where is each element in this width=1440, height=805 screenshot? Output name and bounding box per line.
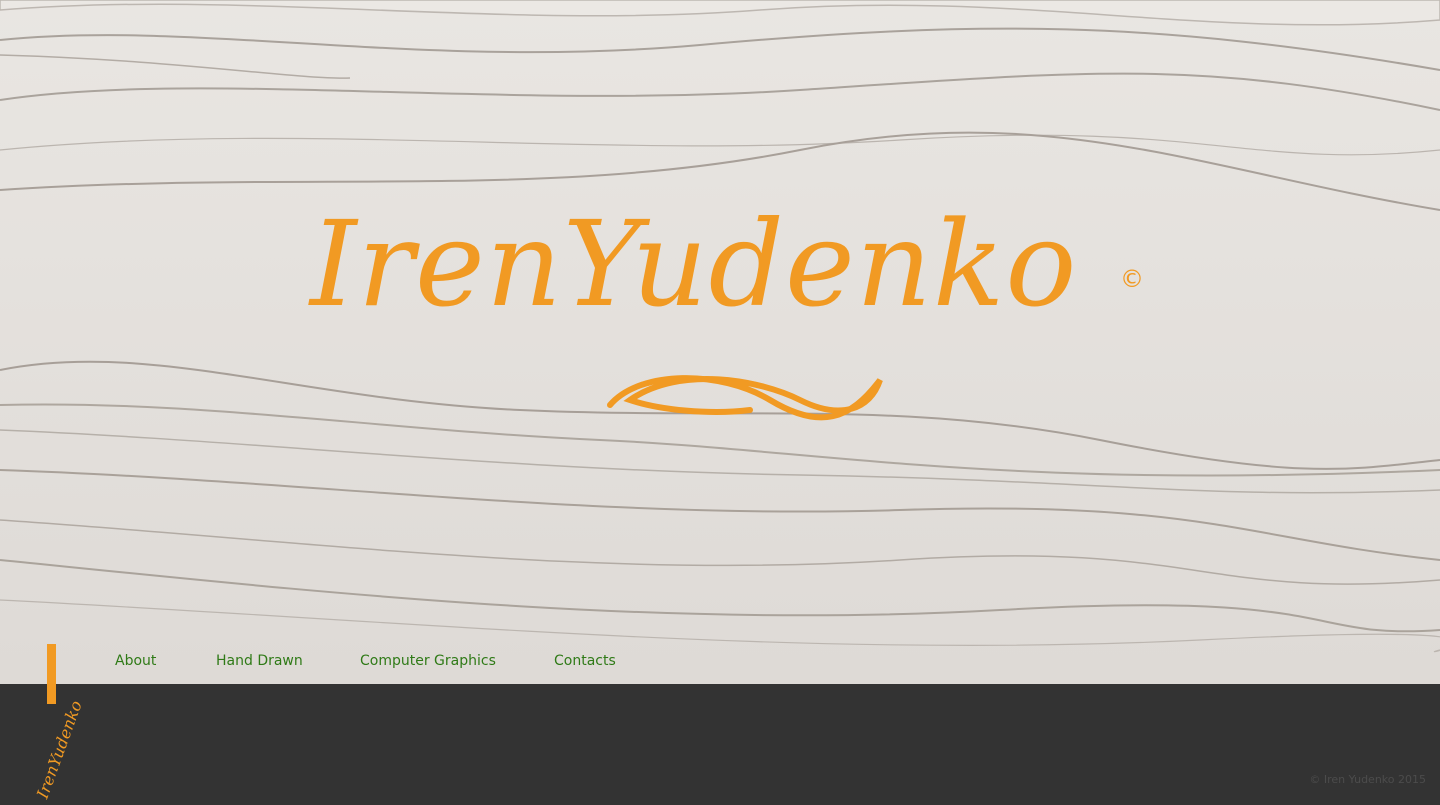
hero-banner: IrenYudenko © [0, 0, 1440, 684]
flourish-ornament-icon [607, 375, 883, 421]
main-navigation: About Hand Drawn Computer Graphics Conta… [0, 644, 1440, 684]
nav-link-contacts[interactable]: Contacts [554, 653, 616, 669]
nav-link-computer-graphics[interactable]: Computer Graphics [360, 653, 496, 669]
logo-wordmark: IrenYudenko [310, 195, 1078, 333]
site-logo[interactable]: IrenYudenko © [300, 195, 1160, 430]
footer-copyright: © Iren Yudenko 2015 [1309, 773, 1426, 786]
nav-link-hand-drawn[interactable]: Hand Drawn [216, 653, 303, 669]
side-signature-text: IrenYudenko [32, 698, 86, 801]
nav-link-about[interactable]: About [115, 653, 156, 669]
side-signature-logo[interactable]: IrenYudenko [28, 698, 88, 805]
side-accent-bar [47, 644, 56, 704]
copyright-mark: © [1120, 265, 1144, 293]
